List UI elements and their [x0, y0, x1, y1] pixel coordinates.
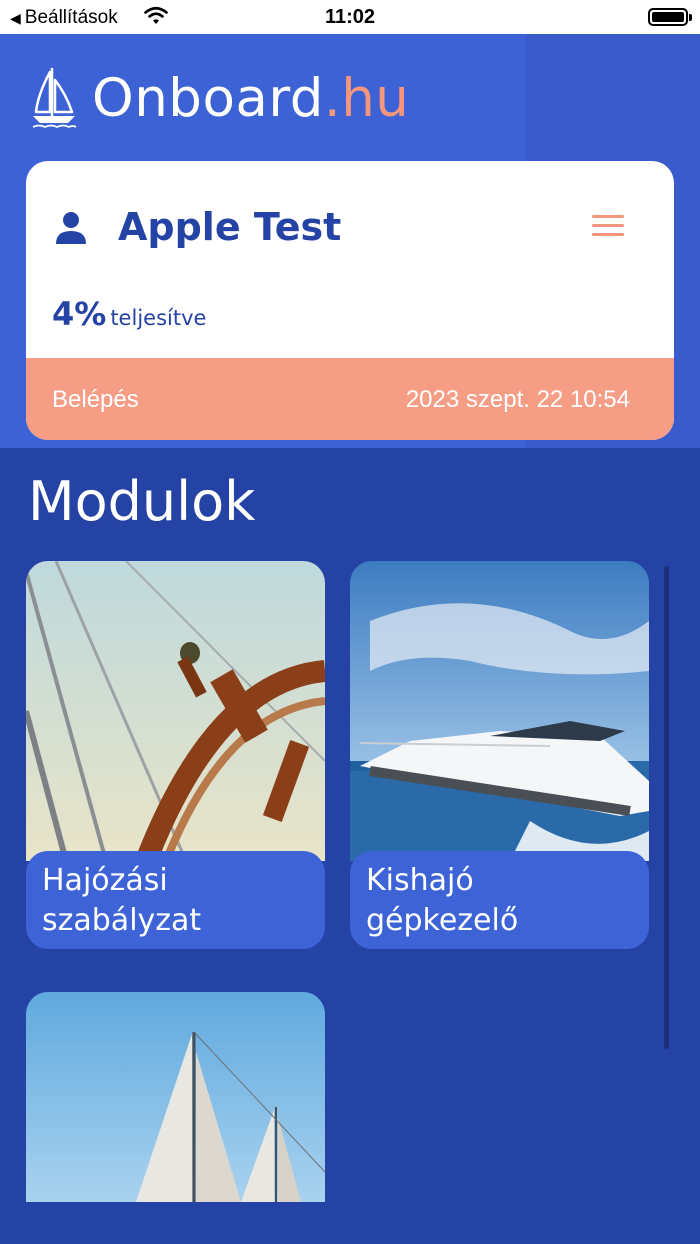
progress-summary: 4% teljesítve — [52, 295, 206, 333]
status-bar: ◀ Beállítások 11:02 — [0, 0, 700, 34]
app-logo: Onboard.hu — [92, 68, 409, 129]
progress-label: teljesítve — [110, 306, 207, 330]
profile-card[interactable]: Apple Test 4% teljesítve Belépés 2023 sze… — [26, 161, 674, 440]
module-title-line2: szabályzat — [42, 903, 202, 938]
battery-icon — [648, 8, 692, 26]
module-label: Hajózási szabályzat — [26, 851, 325, 949]
ship-wheel-photo — [26, 561, 325, 861]
module-card-kishajo-gepkezelo[interactable]: Kishajó gépkezelő — [350, 561, 649, 949]
modules-title: Modulok — [28, 470, 256, 533]
motor-yacht-photo — [350, 561, 649, 861]
login-bar: Belépés 2023 szept. 22 10:54 — [26, 358, 674, 440]
module-label: Kishajó gépkezelő — [350, 851, 649, 949]
module-title-line1: Kishajó — [366, 863, 474, 898]
scrollbar[interactable] — [664, 566, 669, 1049]
module-card-sailboat[interactable] — [26, 992, 325, 1202]
login-date: 2023 szept. 22 10:54 — [405, 386, 630, 413]
module-title-line2: gépkezelő — [366, 903, 519, 938]
hamburger-menu-icon[interactable] — [592, 215, 624, 239]
logo-accent-text: .hu — [323, 68, 410, 129]
module-title-line1: Hajózási — [42, 863, 168, 898]
status-time: 11:02 — [324, 6, 376, 28]
progress-value: 4% — [52, 295, 107, 333]
sailboat-photo — [26, 992, 325, 1202]
logo-main-text: Onboard — [92, 68, 324, 129]
user-icon — [56, 212, 86, 244]
user-name: Apple Test — [118, 205, 342, 249]
module-card-hajozasi-szabalyzat[interactable]: Hajózási szabályzat — [26, 561, 325, 949]
header: Onboard.hu Apple Test 4% teljesítve Belép… — [0, 34, 700, 448]
sailboat-logo-icon — [32, 68, 77, 128]
login-label: Belépés — [52, 386, 139, 413]
